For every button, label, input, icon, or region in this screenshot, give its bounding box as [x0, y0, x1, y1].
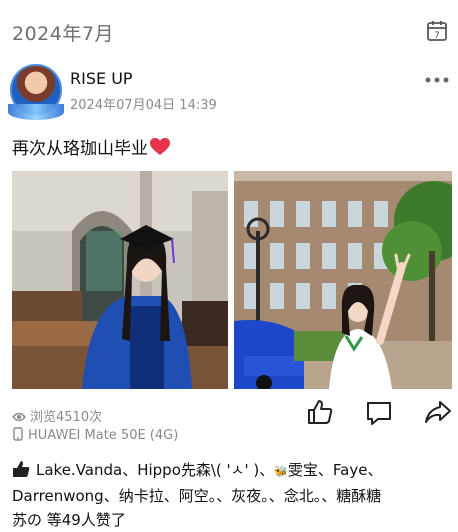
- avatar[interactable]: [8, 64, 64, 120]
- view-count: 浏览4510次: [12, 406, 102, 425]
- like-button[interactable]: [306, 398, 334, 426]
- comment-button[interactable]: [366, 400, 392, 426]
- likes-line-1[interactable]: Lake.Vanda、Hippo先森\( 'ㅅ' )、: [36, 461, 274, 479]
- svg-text:7: 7: [434, 31, 440, 41]
- month-header: 2024年7月: [12, 23, 114, 45]
- more-icon[interactable]: [424, 76, 450, 84]
- likes-list: Lake.Vanda、Hippo先森\( 'ㅅ' )、🐝雯宝、Faye、 Dar…: [12, 458, 442, 532]
- post-photo-1[interactable]: [12, 171, 228, 389]
- device-info: HUAWEI Mate 50E (4G): [12, 427, 178, 443]
- likes-line-2[interactable]: Darrenwong、纳卡拉、阿空。、灰夜。、念北。、糖酥糖: [12, 487, 381, 505]
- username[interactable]: RISE UP: [70, 69, 133, 88]
- bee-emoji-icon: 🐝: [274, 465, 288, 478]
- heart-icon: [150, 138, 170, 155]
- likes-line-1b[interactable]: 雯宝、Faye、: [288, 461, 383, 479]
- phone-icon: [13, 427, 23, 441]
- likes-line-3[interactable]: 苏の 等49人赞了: [12, 511, 126, 529]
- post-text: 再次从珞珈山毕业: [12, 134, 170, 159]
- calendar-icon[interactable]: 7: [426, 20, 448, 42]
- view-count-text: 浏览4510次: [30, 410, 103, 425]
- eye-icon: [12, 412, 26, 422]
- post-timestamp: 2024年07月04日 14:39: [70, 98, 217, 113]
- thumbs-up-icon: [13, 461, 30, 477]
- share-button[interactable]: [425, 399, 451, 425]
- device-text: HUAWEI Mate 50E (4G): [28, 428, 179, 443]
- post-text-content: 再次从珞珈山毕业: [12, 139, 148, 159]
- post-photo-2[interactable]: [234, 171, 452, 389]
